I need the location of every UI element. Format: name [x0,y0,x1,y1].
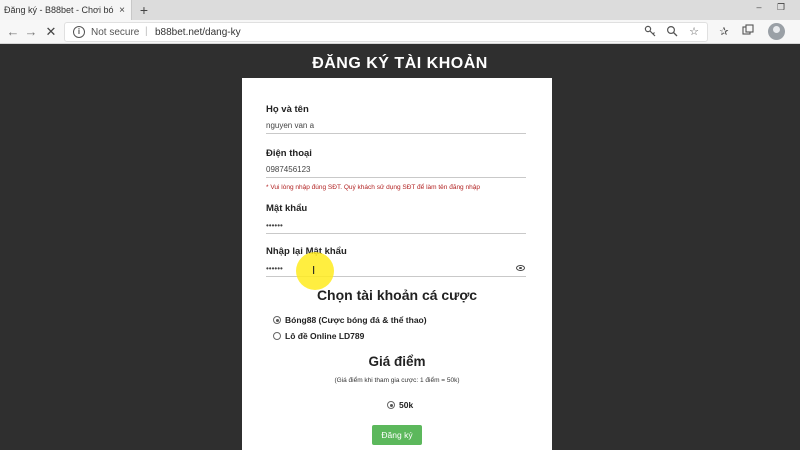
collections-icon[interactable] [740,24,756,40]
back-icon[interactable]: ← [4,23,22,41]
radio-button[interactable] [387,401,395,409]
price-note: (Giá điểm khi tham gia cược: 1 điểm = 50… [334,377,460,384]
profile-avatar[interactable] [768,23,785,40]
account-option-label: Lô đề Online LD789 [285,331,365,341]
fullname-input[interactable]: nguyen van a [266,118,526,134]
account-option-ld789[interactable]: Lô đề Online LD789 [273,331,364,341]
key-icon[interactable] [643,25,657,39]
price-option-50k[interactable]: 50k [387,400,413,410]
close-tab-icon[interactable]: × [117,5,127,16]
page-title: ĐĂNG KÝ TÀI KHOẢN [312,55,488,72]
not-secure-label[interactable]: Not secure [91,27,139,38]
account-option-bong88[interactable]: Bóng88 (Cược bóng đá & thể thao) [273,315,427,325]
account-option-label: Bóng88 (Cược bóng đá & thể thao) [285,315,427,325]
url-separator: | [145,26,148,37]
browser-tab[interactable]: Đăng ký - B88bet - Chơi bóng đá × [0,0,132,20]
zoom-icon[interactable] [665,25,679,39]
phone-label: Điện thoại [266,148,312,159]
browser-toolbar: ← → ✕ i Not secure | b88bet.net/dang-ky … [0,20,800,44]
password-input[interactable]: •••••• [266,218,526,234]
show-password-icon[interactable] [516,265,525,271]
price-option-label: 50k [399,400,414,410]
phone-input[interactable]: 0987456123 [266,162,526,178]
radio-button[interactable] [273,316,281,324]
tab-strip: Đăng ký - B88bet - Chơi bóng đá × + – ❐ [0,0,800,20]
fullname-label: Họ và tên [266,104,309,115]
radio-button[interactable] [273,332,281,340]
minimize-icon[interactable]: – [752,2,766,12]
tab-title: Đăng ký - B88bet - Chơi bóng đá [4,5,114,15]
password-label: Mật khẩu [266,203,308,214]
account-section-title: Chọn tài khoản cá cược [316,287,478,303]
stop-loading-icon[interactable]: ✕ [42,23,60,41]
register-form: Họ và tên nguyen van a Điện thoại 098745… [242,78,552,450]
new-tab-icon[interactable]: + [136,1,152,19]
restore-icon[interactable]: ❐ [774,2,788,13]
register-button[interactable]: Đăng ký [372,425,422,445]
price-section-title: Giá điểm [368,354,426,369]
forward-icon[interactable]: → [22,23,40,41]
address-bar[interactable]: i Not secure | b88bet.net/dang-ky ☆ [64,22,708,42]
warning-icon[interactable]: i [73,26,85,38]
star-icon[interactable]: ☆ [687,25,701,39]
text-cursor-icon: I [312,264,316,277]
favorites-icon[interactable]: ✰ [716,24,732,40]
phone-hint: * Vui lòng nhập đúng SĐT. Quý khách sử d… [266,184,480,191]
url-text[interactable]: b88bet.net/dang-ky [155,27,241,38]
